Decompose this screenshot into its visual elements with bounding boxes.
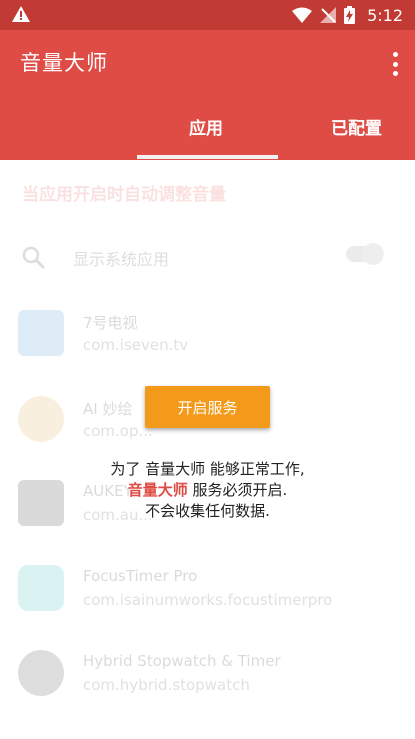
app-icon-hybrid-stopwatch — [18, 650, 64, 696]
hint-text: 当应用开启时自动调整音量 — [22, 185, 226, 205]
status-time: 5:12 — [367, 5, 403, 25]
warning-icon — [12, 6, 30, 22]
message-line-3: 不会收集任何数据. — [145, 502, 270, 520]
app-list-content: 当应用开启时自动调整音量 显示系统应用 7号电视 com.iseven.tv A… — [0, 160, 415, 739]
app-icon-focustimer — [18, 565, 64, 611]
search-icon — [22, 246, 46, 270]
list-item[interactable]: 7号电视 com.iseven.tv — [18, 310, 398, 370]
app-icon-aukey — [18, 480, 64, 526]
app-bar: 音量大师 应用 已配置 — [0, 30, 415, 160]
tab-apps[interactable]: 应用 — [189, 114, 223, 139]
app-title: 音量大师 — [20, 51, 108, 75]
app-package: com.hybrid.stopwatch — [83, 676, 250, 694]
tab-configured[interactable]: 已配置 — [331, 114, 382, 139]
app-icon-ai-painting — [18, 396, 64, 442]
app-package: com.op... — [83, 422, 153, 440]
app-name: AI 妙绘 — [83, 400, 133, 418]
overflow-menu-icon[interactable] — [391, 52, 399, 76]
app-name: FocusTimer Pro — [83, 567, 198, 585]
app-name-highlight: 音量大师 — [127, 481, 188, 499]
app-icon-7tv — [18, 310, 64, 356]
list-item[interactable]: FocusTimer Pro com.isainumworks.focustim… — [18, 565, 398, 625]
service-message: 为了 音量大师 能够正常工作, 音量大师 服务必须开启. 不会收集任何数据. — [60, 459, 355, 522]
show-system-apps-row[interactable]: 显示系统应用 — [22, 240, 392, 276]
show-system-apps-label: 显示系统应用 — [73, 250, 170, 269]
app-package: com.iseven.tv — [83, 336, 189, 354]
signal-off-icon — [320, 7, 337, 23]
status-bar: 5:12 — [0, 0, 415, 30]
message-line-2-rest: 服务必须开启. — [187, 481, 288, 499]
app-name: Hybrid Stopwatch & Timer — [83, 652, 281, 670]
show-system-apps-toggle[interactable] — [346, 243, 384, 265]
app-package: com.isainumworks.focustimerpro — [83, 591, 333, 609]
message-line-2: 音量大师 服务必须开启. — [60, 480, 355, 501]
start-service-button[interactable]: 开启服务 — [145, 386, 270, 428]
wifi-icon — [292, 7, 313, 23]
battery-charging-icon — [344, 6, 356, 24]
app-name: 7号电视 — [83, 314, 138, 332]
message-line-1: 为了 音量大师 能够正常工作, — [110, 460, 305, 478]
list-item[interactable]: Hybrid Stopwatch & Timer com.hybrid.stop… — [18, 650, 398, 710]
tab-indicator — [137, 155, 278, 159]
